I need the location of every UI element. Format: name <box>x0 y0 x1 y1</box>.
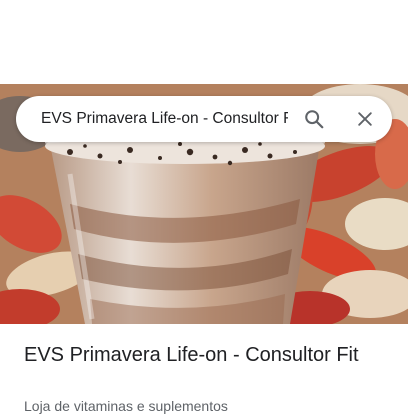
place-title: EVS Primavera Life-on - Consultor Fit <box>24 344 359 366</box>
search-input[interactable]: EVS Primavera Life-on - Consultor Fit <box>41 96 288 142</box>
search-icon[interactable] <box>298 103 330 135</box>
search-bar[interactable]: EVS Primavera Life-on - Consultor Fit <box>16 96 392 142</box>
top-bar <box>0 0 408 84</box>
place-category: Loja de vitaminas e suplementos <box>24 398 228 414</box>
close-icon[interactable] <box>349 103 381 135</box>
